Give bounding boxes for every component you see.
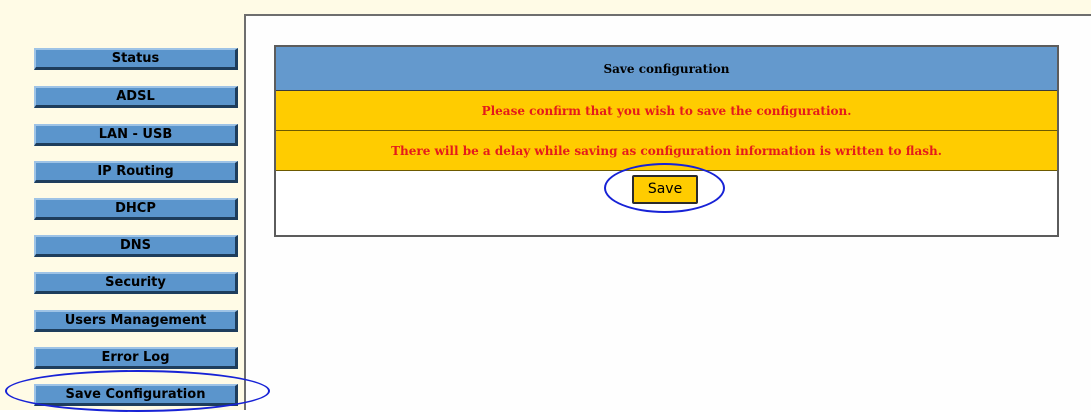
top-banner-strip [244, 0, 1091, 14]
nav-dns[interactable]: DNS [34, 235, 238, 257]
confirm-message: Please confirm that you wish to save the… [276, 91, 1057, 131]
save-configuration-panel: Save configuration Please confirm that y… [274, 45, 1059, 237]
nav-users-management[interactable]: Users Management [34, 310, 238, 332]
delay-message: There will be a delay while saving as co… [276, 131, 1057, 171]
nav-adsl[interactable]: ADSL [34, 86, 238, 108]
nav-security[interactable]: Security [34, 272, 238, 294]
nav-status[interactable]: Status [34, 48, 238, 70]
nav-save-configuration[interactable]: Save Configuration [34, 384, 238, 406]
save-button[interactable]: Save [632, 175, 698, 204]
nav-dhcp[interactable]: DHCP [34, 198, 238, 220]
nav-ip-routing[interactable]: IP Routing [34, 161, 238, 183]
nav-error-log[interactable]: Error Log [34, 347, 238, 369]
panel-title: Save configuration [276, 47, 1057, 91]
nav-lan-usb[interactable]: LAN - USB [34, 124, 238, 146]
